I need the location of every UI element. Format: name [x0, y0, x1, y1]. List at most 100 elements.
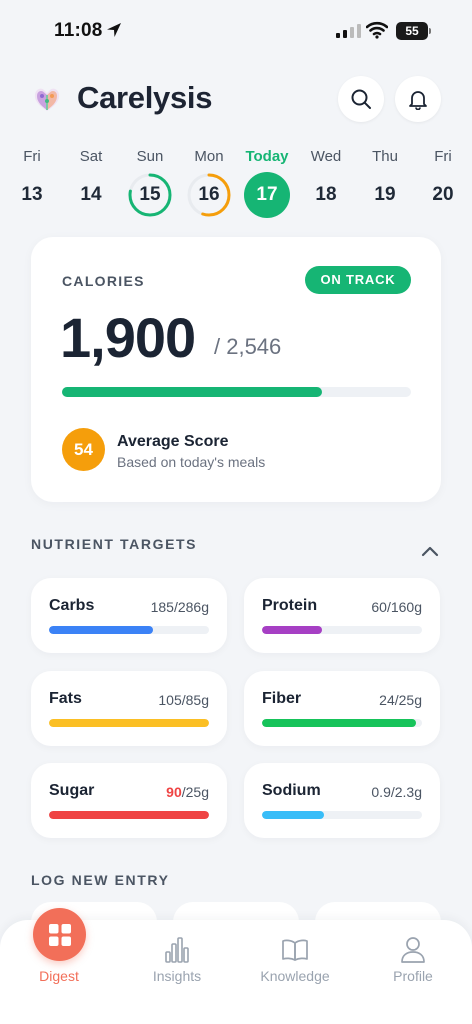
nutrient-card-sodium[interactable]: Sodium 0.9/2.3g: [244, 763, 440, 838]
date-item[interactable]: Thu 19: [355, 148, 415, 218]
date-weekday: Sun: [136, 148, 164, 165]
nutrient-progress-track: [262, 719, 422, 727]
date-item[interactable]: Sun 15: [120, 148, 180, 218]
calories-target: / 2,546: [214, 334, 282, 359]
collapse-button[interactable]: [419, 541, 441, 561]
date-weekday: Mon: [194, 148, 224, 165]
average-score-badge: 54: [62, 428, 105, 471]
date-number-text: 13: [21, 184, 43, 205]
nutrient-progress-fill: [262, 626, 322, 634]
nutrient-name: Protein: [262, 597, 318, 614]
date-number: 19: [362, 172, 408, 218]
date-number: 15: [127, 172, 173, 218]
battery-icon: 55: [396, 22, 432, 40]
nutrient-progress-fill: [262, 719, 416, 727]
nutrient-card-fats[interactable]: Fats 105/85g: [31, 671, 227, 746]
nutrient-progress-track: [49, 811, 209, 819]
calories-value: 1,900: [60, 306, 196, 369]
average-score-title: Average Score: [117, 433, 229, 450]
nutrient-over-value: 90: [166, 784, 182, 800]
nutrient-value: 24/25g: [379, 692, 422, 708]
status-badge: ON TRACK: [305, 266, 411, 294]
bar-chart-icon: [165, 937, 189, 963]
date-item[interactable]: Sat 14: [61, 148, 121, 218]
book-icon: [282, 939, 308, 961]
status-bar: 11:08 55: [0, 0, 472, 62]
app-logo: [34, 88, 60, 111]
date-item[interactable]: Fri 20: [413, 148, 472, 218]
date-weekday: Fri: [434, 148, 452, 165]
calories-label: CALORIES: [62, 273, 145, 289]
nutrient-value: 185/286g: [150, 599, 209, 615]
date-number-text: 15: [139, 184, 161, 205]
calories-progress-track: [62, 387, 411, 397]
date-number-text: 16: [198, 184, 220, 205]
nutrient-value: 105/85g: [158, 692, 209, 708]
tab-label: Profile: [393, 968, 433, 984]
date-number: 16: [186, 172, 232, 218]
date-item[interactable]: Today 17: [237, 148, 297, 218]
nutrient-name: Fiber: [262, 690, 302, 707]
nutrient-card-protein[interactable]: Protein 60/160g: [244, 578, 440, 653]
date-number-text: 17: [256, 184, 278, 205]
tab-label: Digest: [39, 968, 79, 984]
tab-knowledge[interactable]: Knowledge: [236, 920, 354, 1010]
date-number: 18: [303, 172, 349, 218]
tab-label: Insights: [152, 968, 202, 984]
status-time: 11:08: [54, 20, 103, 41]
nutrient-name: Carbs: [49, 597, 95, 614]
battery-level: 55: [396, 22, 428, 40]
nutrient-target-value: /25g: [181, 784, 209, 800]
nutrient-value: 0.9/2.3g: [371, 784, 422, 800]
date-weekday: Thu: [372, 148, 398, 165]
nutrient-name: Fats: [49, 690, 82, 707]
date-number-text: 14: [80, 184, 102, 205]
tab-label: Knowledge: [260, 968, 330, 984]
nutrient-name: Sugar: [49, 782, 95, 799]
nutrient-value: 90/25g: [166, 784, 209, 800]
chevron-up-icon: [421, 546, 439, 557]
calories-progress-fill: [62, 387, 323, 397]
location-arrow-icon: [107, 23, 121, 37]
calories-card[interactable]: CALORIES ON TRACK 1,900 / 2,546 54 Avera…: [31, 237, 441, 502]
nutrient-progress-fill: [49, 811, 209, 819]
date-weekday: Fri: [23, 148, 41, 165]
grid-icon: [48, 923, 71, 946]
date-number-text: 20: [432, 184, 454, 205]
date-number: 14: [68, 172, 114, 218]
nutrient-name: Sodium: [262, 782, 321, 799]
digest-fab-button[interactable]: [33, 908, 86, 961]
nutrient-card-carbs[interactable]: Carbs 185/286g: [31, 578, 227, 653]
search-icon: [351, 89, 371, 109]
log-new-entry-heading: LOG NEW ENTRY: [31, 872, 170, 888]
date-weekday: Today: [245, 148, 289, 165]
date-number: 13: [9, 172, 55, 218]
date-number: 17: [244, 172, 290, 218]
nutrient-card-sugar[interactable]: Sugar 90/25g: [31, 763, 227, 838]
date-number-text: 18: [315, 184, 337, 205]
nutrient-card-fiber[interactable]: Fiber 24/25g: [244, 671, 440, 746]
nutrient-progress-track: [49, 719, 209, 727]
date-number: 20: [420, 172, 466, 218]
nutrient-targets-heading: NUTRIENT TARGETS: [31, 536, 198, 552]
nutrient-progress-track: [262, 626, 422, 634]
search-button[interactable]: [338, 76, 384, 122]
nutrient-progress-fill: [49, 626, 153, 634]
nutrient-progress-track: [49, 626, 209, 634]
wifi-icon: [366, 21, 388, 39]
tab-insights[interactable]: Insights: [118, 920, 236, 1010]
nutrient-progress-fill: [49, 719, 209, 727]
date-item[interactable]: Wed 18: [296, 148, 356, 218]
date-item[interactable]: Fri 13: [2, 148, 62, 218]
cellular-signal-icon: [336, 24, 361, 38]
bell-icon: [409, 91, 427, 110]
average-score-subtitle: Based on today's meals: [117, 454, 266, 470]
nutrient-progress-fill: [262, 811, 325, 819]
date-number-text: 19: [374, 184, 396, 205]
date-weekday: Wed: [310, 148, 342, 165]
notifications-button[interactable]: [395, 76, 441, 122]
nutrient-value: 60/160g: [371, 599, 422, 615]
date-item[interactable]: Mon 16: [179, 148, 239, 218]
tab-profile[interactable]: Profile: [354, 920, 472, 1010]
nutrient-progress-track: [262, 811, 422, 819]
